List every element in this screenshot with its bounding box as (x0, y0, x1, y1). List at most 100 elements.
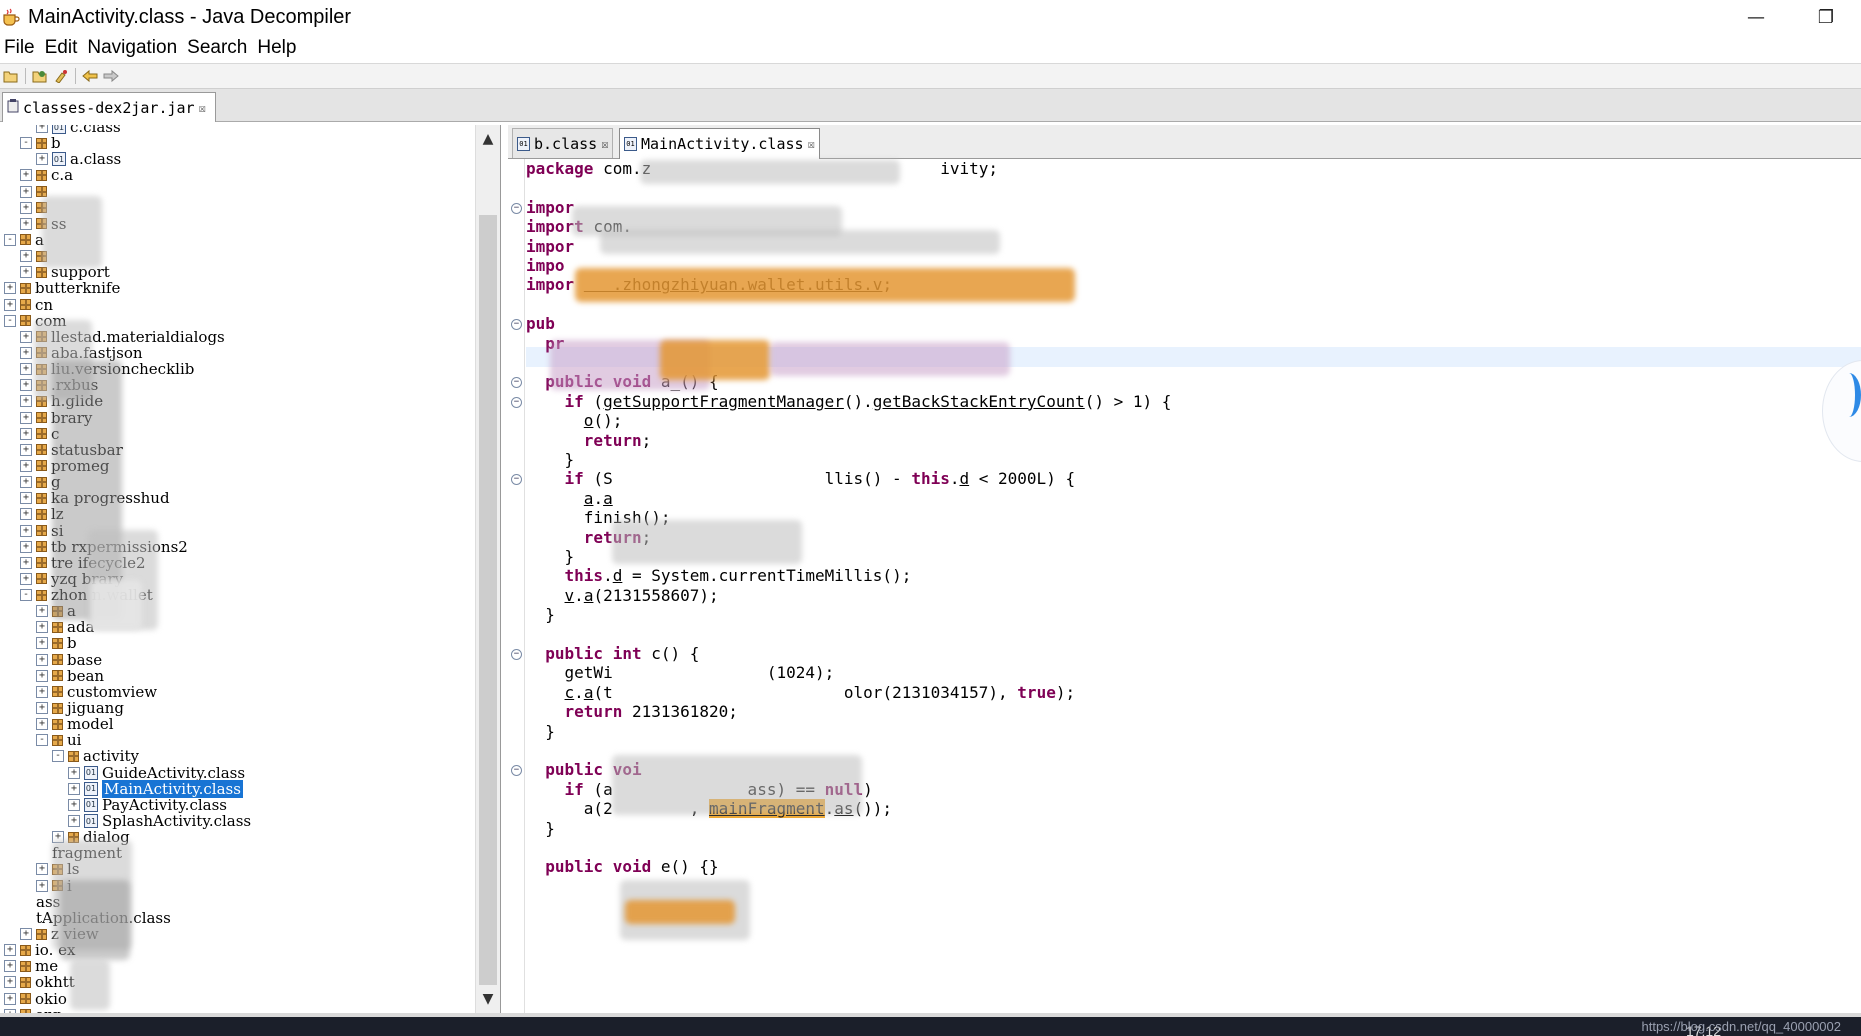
expand-icon[interactable]: + (36, 653, 48, 666)
expand-icon[interactable]: + (4, 992, 16, 1005)
expand-icon[interactable]: + (20, 492, 32, 505)
fold-toggle-icon[interactable]: − (511, 319, 522, 331)
collapse-icon[interactable]: - (20, 589, 32, 602)
expand-icon[interactable]: + (20, 169, 32, 182)
menu-search[interactable]: Search (187, 37, 253, 59)
tab-mainactivity-class[interactable]: 01 MainActivity.class ☒ (619, 128, 820, 159)
expand-icon[interactable]: + (36, 125, 48, 133)
minimize-button[interactable]: — (1721, 0, 1791, 34)
back-arrow-icon[interactable] (81, 67, 99, 85)
expand-icon[interactable]: + (20, 411, 32, 424)
open-file-icon[interactable] (2, 67, 20, 85)
fold-toggle-icon[interactable]: − (511, 377, 522, 389)
expand-icon[interactable]: + (20, 185, 32, 198)
tree-package-item[interactable]: + model (36, 715, 114, 733)
expand-icon[interactable]: + (20, 379, 32, 392)
expand-icon[interactable]: + (36, 863, 48, 876)
expand-icon[interactable]: + (20, 363, 32, 376)
expand-icon[interactable]: + (36, 718, 48, 731)
tree-package-item[interactable]: + okhtt (4, 973, 75, 991)
expand-icon[interactable]: + (68, 798, 80, 811)
expand-icon[interactable]: + (4, 944, 16, 957)
expand-icon[interactable]: + (20, 459, 32, 472)
scroll-thumb[interactable] (479, 215, 497, 985)
tree-package-item[interactable]: + jiguang (36, 699, 124, 717)
expand-icon[interactable]: + (20, 395, 32, 408)
tree-class-item[interactable]: +01 c.class (36, 125, 121, 136)
fold-toggle-icon[interactable]: − (511, 649, 522, 660)
expand-icon[interactable]: + (20, 476, 32, 489)
tree-package-item[interactable]: + ada (36, 618, 95, 636)
expand-icon[interactable]: + (36, 879, 48, 892)
tree-package-item[interactable]: - ui (36, 731, 81, 749)
tree-package-item[interactable]: -b (20, 134, 61, 152)
tree-class-item[interactable]: +01 MainActivity.class (68, 779, 243, 798)
search-icon[interactable] (52, 67, 70, 85)
fold-toggle-icon[interactable]: − (511, 202, 522, 214)
fold-toggle-icon[interactable]: − (511, 396, 522, 408)
expand-icon[interactable]: + (36, 702, 48, 715)
expand-icon[interactable]: + (20, 217, 32, 230)
tree-package-item[interactable]: -a (4, 231, 44, 249)
open-type-icon[interactable] (31, 67, 49, 85)
collapse-icon[interactable]: - (36, 734, 48, 747)
collapse-icon[interactable]: - (52, 750, 64, 763)
tree-class-item[interactable]: +01 a.class (36, 150, 121, 168)
tree-package-item[interactable]: + base (36, 651, 102, 669)
menu-file[interactable]: File (4, 37, 41, 59)
expand-icon[interactable]: + (20, 524, 32, 537)
expand-icon[interactable]: + (20, 540, 32, 553)
expand-icon[interactable]: + (20, 443, 32, 456)
expand-icon[interactable]: + (4, 298, 16, 311)
collapse-icon[interactable]: - (4, 314, 16, 327)
tree-package-item[interactable]: + c.a (20, 166, 73, 184)
tab-classes-dex2jar[interactable]: classes-dex2jar.jar ☒ (2, 92, 216, 122)
menu-help[interactable]: Help (257, 37, 302, 59)
restore-button[interactable]: ❐ (1791, 0, 1861, 34)
expand-icon[interactable]: + (20, 508, 32, 521)
scroll-up-arrow-icon[interactable]: ▲ (476, 127, 500, 151)
tree-package-item[interactable]: + okio (4, 990, 67, 1008)
expand-icon[interactable]: + (36, 637, 48, 650)
expand-icon[interactable]: + (36, 669, 48, 682)
menu-edit[interactable]: Edit (45, 37, 84, 59)
tree-class-item[interactable]: +01 SplashActivity.class (68, 812, 251, 830)
close-tab-icon[interactable]: ☒ (808, 137, 815, 151)
tab-b-class[interactable]: 01 b.class ☒ (512, 128, 614, 158)
menu-navigation[interactable]: Navigation (87, 37, 183, 59)
expand-icon[interactable]: + (36, 153, 48, 166)
expand-icon[interactable]: + (68, 782, 80, 795)
tree-class-item[interactable]: +01 GuideActivity.class (68, 764, 245, 782)
tree-scrollbar[interactable]: ▲ ▼ (475, 125, 500, 1013)
expand-icon[interactable]: + (4, 282, 16, 295)
expand-icon[interactable]: + (20, 427, 32, 440)
tree-package-item[interactable]: + b (36, 634, 77, 652)
tree-package-item[interactable]: + butterknife (4, 279, 120, 297)
expand-icon[interactable]: + (20, 572, 32, 585)
close-tab-icon[interactable]: ☒ (601, 137, 608, 151)
expand-icon[interactable]: + (20, 266, 32, 279)
expand-icon[interactable]: + (68, 766, 80, 779)
forward-arrow-icon[interactable] (102, 67, 120, 85)
expand-icon[interactable]: + (20, 330, 32, 343)
expand-icon[interactable]: + (20, 250, 32, 263)
expand-icon[interactable]: + (36, 621, 48, 634)
expand-icon[interactable]: + (20, 201, 32, 214)
tree-package-item[interactable]: + bean (36, 667, 104, 685)
fold-toggle-icon[interactable]: − (511, 474, 522, 486)
close-tab-icon[interactable]: ☒ (199, 101, 206, 115)
tree-package-item[interactable]: + cn (4, 296, 53, 314)
tree-package-item[interactable]: + me (4, 957, 58, 975)
scroll-down-arrow-icon[interactable]: ▼ (476, 987, 500, 1011)
expand-icon[interactable]: + (4, 976, 16, 989)
expand-icon[interactable]: + (20, 556, 32, 569)
collapse-icon[interactable]: - (4, 233, 16, 246)
expand-icon[interactable]: + (68, 815, 80, 828)
collapse-icon[interactable]: - (20, 137, 32, 150)
tree-package-item[interactable]: + customview (36, 683, 157, 701)
expand-icon[interactable]: + (36, 685, 48, 698)
fold-toggle-icon[interactable]: − (511, 765, 522, 777)
expand-icon[interactable]: + (20, 346, 32, 359)
expand-icon[interactable]: + (4, 960, 16, 973)
tree-class-item[interactable]: +01 PayActivity.class (68, 796, 227, 814)
